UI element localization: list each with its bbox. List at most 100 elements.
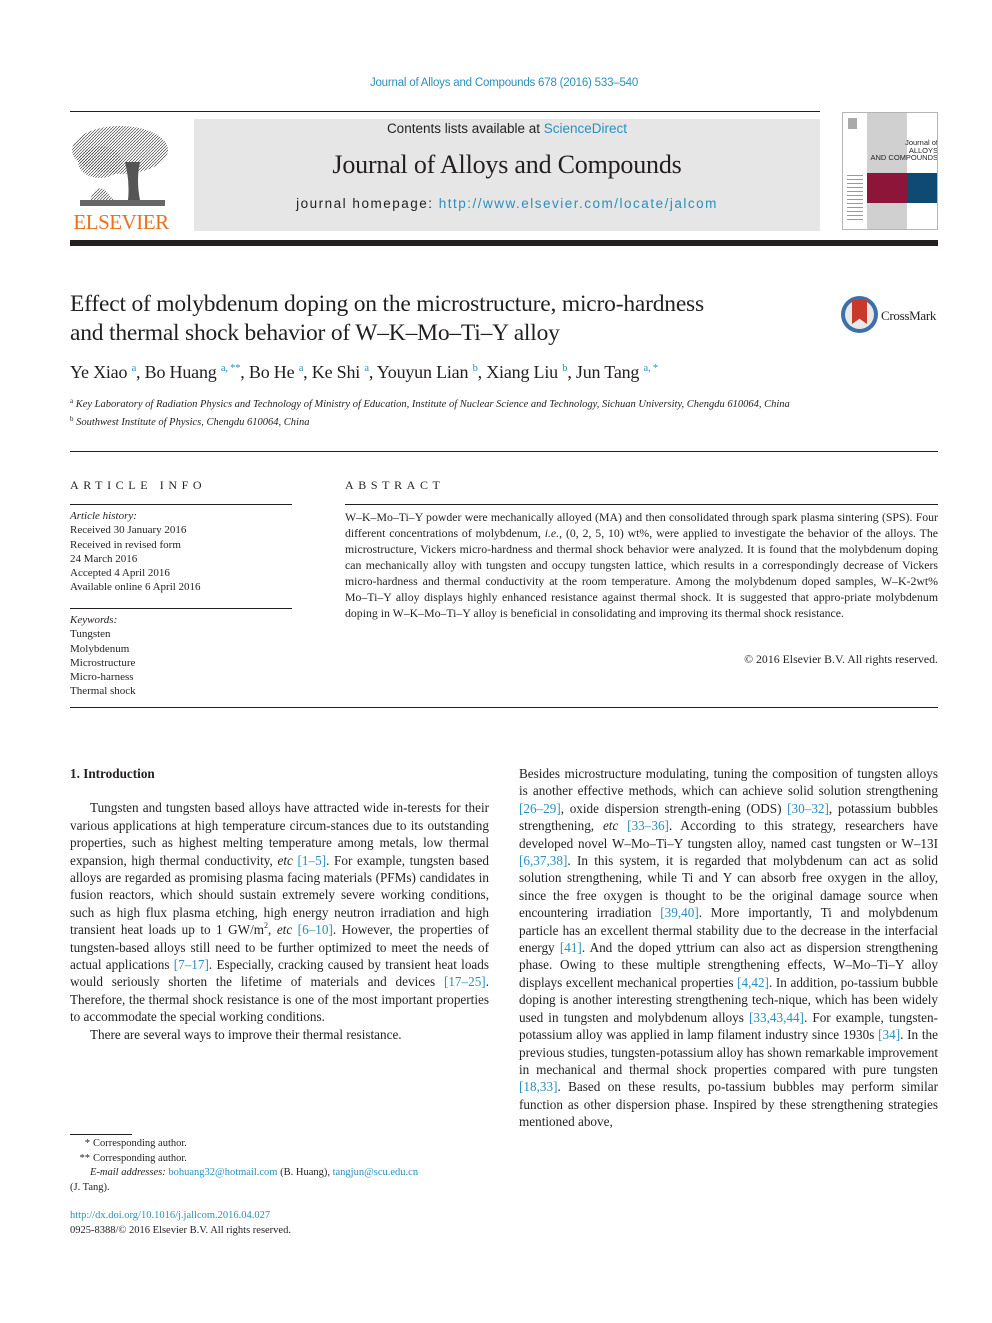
history-item: Received in revised form [70,538,181,551]
author-affiliation-mark[interactable]: b [473,363,478,374]
footnote-corresponding-1: * Corresponding author. [70,1137,489,1152]
doi-line: http://dx.doi.org/10.1016/j.jallcom.2016… [70,1209,489,1224]
citation-link[interactable]: [34] [878,1027,900,1042]
elsevier-tree-icon [72,126,168,206]
footnote-emails: E-mail addresses: bohuang32@hotmail.com … [70,1166,489,1181]
abstract-copyright: © 2016 Elsevier B.V. All rights reserved… [744,652,938,666]
body-column-right: Besides microstructure modulating, tunin… [519,765,938,1131]
affiliation-mark: a [70,397,74,405]
homepage-prefix: journal homepage: [296,196,439,211]
citation-link[interactable]: [30–32] [787,801,829,816]
citation-link[interactable]: [1–5] [298,853,327,868]
keywords: Keywords: Tungsten Molybdenum Microstruc… [70,613,292,699]
abstract-ie: i.e. [544,526,560,540]
elsevier-wordmark: ELSEVIER [73,210,169,234]
citation-link[interactable]: [6–10] [298,922,333,937]
affiliation-text: Key Laboratory of Radiation Physics and … [75,399,790,410]
author-affiliation-mark[interactable]: a [364,363,369,374]
keyword-item: Microstructure [70,656,136,669]
article-title: Effect of molybdenum doping on the micro… [70,290,830,348]
author[interactable]: Youyun Lian b [377,362,478,382]
paragraph: Besides microstructure modulating, tunin… [519,765,938,1131]
section-heading-introduction: 1. Introduction [70,766,155,781]
abstract-rule [345,504,938,505]
abstract-text-part: , (0, 2, 5, 10) wt%, were applied to inv… [345,526,938,620]
email-owner-tang: (J. Tang). [70,1181,110,1193]
keyword-item: Molybdenum [70,642,130,655]
homepage-link[interactable]: http://www.elsevier.com/locate/jalcom [439,196,718,211]
email-link-tang[interactable]: tangjun@scu.edu.cn [333,1167,418,1178]
cover-maroon-block [867,173,907,203]
article-title-line1: Effect of molybdenum doping on the micro… [70,291,704,317]
crossmark-label: CrossMark [881,308,937,323]
citation-link[interactable]: [7–17] [174,957,209,972]
author-affiliation-mark[interactable]: b [562,363,567,374]
doi-link[interactable]: http://dx.doi.org/10.1016/j.jallcom.2016… [70,1210,270,1221]
citation-link[interactable]: [18,33] [519,1079,557,1094]
cover-title-line3: AND COMPOUNDS [870,153,938,162]
citation-link[interactable]: [33–36] [627,818,669,833]
footnotes: * Corresponding author. ** Corresponding a… [70,1137,489,1238]
cover-title: Journal of ALLOYS AND COMPOUNDS [846,139,938,162]
author[interactable]: Xiang Liu b [486,362,567,382]
abstract-heading: ABSTRACT [345,478,445,492]
keyword-item: Thermal shock [70,685,136,698]
journal-title: Journal of Alloys and Compounds [332,150,682,179]
author-affiliation-mark[interactable]: a [132,363,137,374]
article-history: Article history: Received 30 January 201… [70,509,292,595]
email-owner: (B. Huang), [277,1167,333,1178]
author[interactable]: Ye Xiao a [70,362,136,382]
text-run [618,818,627,833]
author-affiliation-mark[interactable]: a [299,363,304,374]
abstract-bottom-rule [70,707,938,708]
abstract-text: W–K–Mo–Ti–Y powder were mechanically all… [345,509,938,621]
keyword-item: Tungsten [70,628,111,641]
email-label: E-mail addresses: [90,1167,166,1178]
journal-reference-link[interactable]: Journal of Alloys and Compounds 678 (201… [0,77,992,89]
author[interactable]: Ke Shi a [312,362,369,382]
citation-link[interactable]: [17–25] [444,974,486,989]
text-run: . Based on these results, po-tassium bub… [519,1079,938,1130]
sciencedirect-link[interactable]: ScienceDirect [544,121,627,136]
crossmark-button[interactable]: CrossMark [841,296,941,336]
contents-prefix: Contents lists available at [386,121,544,136]
affiliations: a Key Laboratory of Radiation Physics an… [70,394,830,431]
affiliation-a: a Key Laboratory of Radiation Physics an… [70,394,830,412]
email-link-huang[interactable]: bohuang32@hotmail.com [168,1167,277,1178]
footnote-corresponding-2: ** Corresponding author. [70,1152,489,1167]
citation-link[interactable]: [26–29] [519,801,561,816]
text-run: , [268,922,277,938]
elsevier-logo[interactable]: ELSEVIER [68,118,174,234]
author[interactable]: Jun Tang a, * [576,362,658,382]
citation-link[interactable]: [39,40] [660,905,698,920]
author[interactable]: Bo He a [249,362,303,382]
body-column-left: 1. Introduction Tungsten and tungsten ba… [70,765,489,1043]
history-item: Received 30 January 2016 [70,524,187,537]
citation-link[interactable]: [6,37,38] [519,853,567,868]
text-run: Besides microstructure modulating, tunin… [519,766,938,799]
journal-homepage-line: journal homepage: http://www.elsevier.co… [194,196,820,211]
history-item: Available online 6 April 2016 [70,581,201,594]
cover-grey-band [867,113,907,229]
citation-link[interactable]: [4,42] [737,975,769,990]
footnote-text: Corresponding author. [93,1152,187,1164]
keyword-item: Micro-harness [70,671,134,684]
citation-link[interactable]: [33,43,44] [749,1010,804,1025]
keywords-heading: Keywords: [70,614,118,626]
author-affiliation-mark[interactable]: a, * [644,363,659,374]
article-info-heading: ARTICLE INFO [70,478,207,492]
author[interactable]: Bo Huang a, ** [145,362,241,382]
affiliation-mark: b [70,415,74,424]
cover-blue-block [907,173,937,203]
footnote-mark: * [84,1138,90,1149]
affiliation-text: Southwest Institute of Physics, Chengdu … [76,417,310,429]
keywords-rule [70,608,292,609]
journal-cover-thumbnail[interactable]: Journal of ALLOYS AND COMPOUNDS [842,112,938,230]
cover-publisher-icon [848,118,857,129]
history-item: Accepted 4 April 2016 [70,567,170,580]
header-rule [70,111,820,112]
author-affiliation-mark[interactable]: a, ** [221,363,241,374]
footnote-rule [70,1134,132,1135]
citation-link[interactable]: [41] [560,940,582,955]
italic-run: etc [602,818,619,834]
